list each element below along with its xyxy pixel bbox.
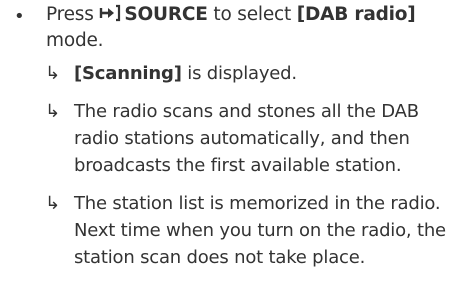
result-item-scan-stations: ↳ The radio scans and stones all the DAB… bbox=[45, 98, 450, 180]
scanning-description: is displayed. bbox=[187, 63, 297, 84]
manual-page: • Press SOURCE to select [DAB radio] mod… bbox=[0, 0, 456, 307]
scanning-label: [Scanning] bbox=[74, 63, 182, 84]
result-item-station-list: ↳ The station list is memorized in the r… bbox=[45, 190, 450, 300]
source-input-arrow-icon bbox=[100, 4, 121, 22]
press-text: Press bbox=[46, 4, 94, 25]
result-item-scanning: ↳ [Scanning] is displayed. bbox=[45, 60, 450, 88]
result-arrow-icon: ↳ bbox=[45, 101, 61, 122]
result-text: The radio scans and stones all the DAB r… bbox=[74, 101, 419, 176]
result-text: [Scanning] is displayed. bbox=[74, 60, 450, 87]
instruction-step: Press SOURCE to select [DAB radio] mode. bbox=[46, 2, 446, 54]
result-arrow-icon: ↳ bbox=[45, 193, 61, 214]
result-text: The station list is memorized in the rad… bbox=[74, 193, 446, 268]
source-button-label: SOURCE bbox=[124, 4, 208, 25]
mode-word: mode. bbox=[46, 30, 104, 51]
to-select-text: to select bbox=[213, 4, 292, 25]
bullet-point: • bbox=[14, 6, 25, 27]
result-arrow-icon: ↳ bbox=[45, 63, 61, 84]
dab-radio-mode-label: [DAB radio] bbox=[296, 4, 416, 25]
